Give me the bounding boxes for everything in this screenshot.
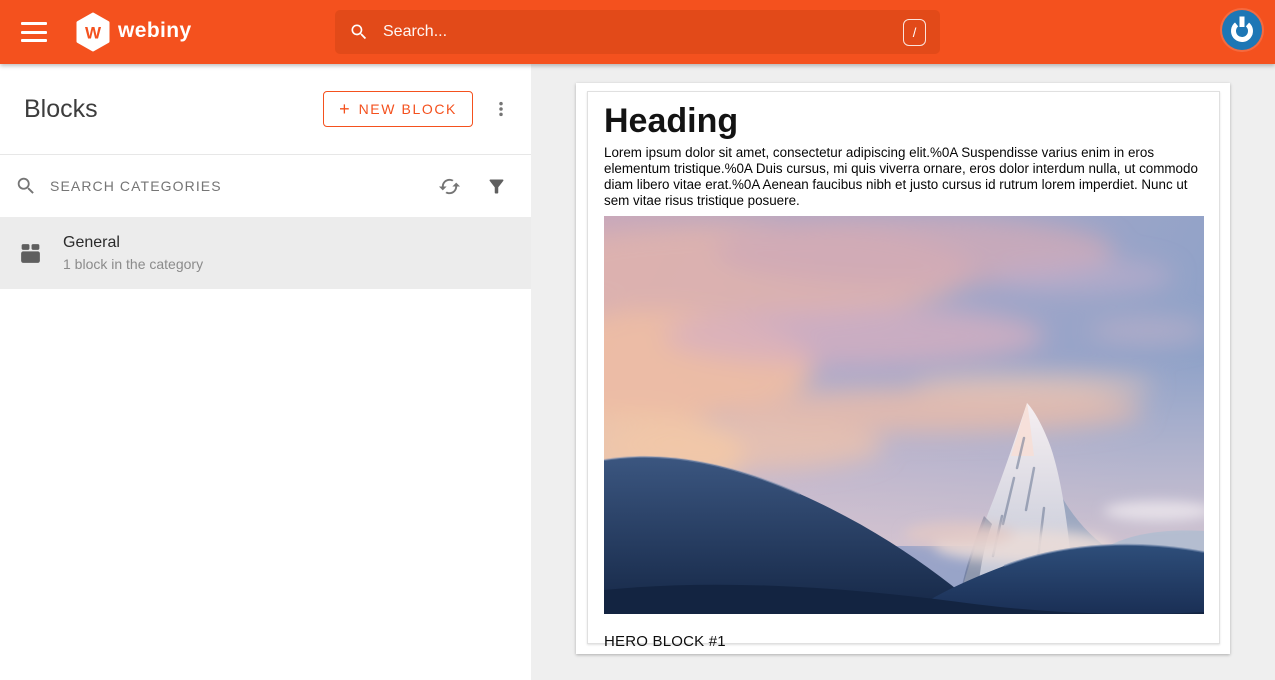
global-search-input[interactable] [383, 23, 903, 41]
category-search-bar [0, 155, 531, 218]
blocks-content-area: Heading Lorem ipsum dolor sit amet, cons… [531, 64, 1275, 680]
app-header: W webiny / [0, 0, 1275, 64]
plus-icon: + [339, 102, 350, 116]
block-category-icon [18, 241, 43, 266]
search-icon [15, 175, 37, 197]
blocks-list-container: Heading Lorem ipsum dolor sit amet, cons… [576, 83, 1230, 654]
new-block-button-label: NEW BLOCK [359, 101, 457, 117]
user-avatar[interactable] [1222, 10, 1262, 50]
category-name: General [63, 234, 203, 252]
webiny-hexagon-icon: W [75, 12, 111, 52]
gravatar-power-icon [1222, 10, 1262, 50]
search-icon [349, 22, 369, 42]
category-count: 1 block in the category [63, 256, 203, 272]
sidebar-header: Blocks + NEW BLOCK [0, 64, 531, 155]
filter-funnel-icon[interactable] [486, 176, 507, 197]
svg-text:W: W [85, 24, 102, 43]
block-name-label: HERO BLOCK #1 [604, 633, 1203, 650]
global-search-bar: / [335, 10, 940, 54]
webiny-blocks-page: W webiny / Blocks + NEW BLOCK [0, 0, 1275, 680]
page-title: Blocks [24, 95, 323, 124]
block-preview-paragraph: Lorem ipsum dolor sit amet, consectetur … [604, 145, 1203, 209]
hamburger-menu-icon[interactable] [21, 22, 47, 42]
more-vertical-icon[interactable] [487, 93, 515, 125]
brand-wordmark: webiny [118, 19, 192, 43]
block-card-hero-block-1[interactable]: Heading Lorem ipsum dolor sit amet, cons… [587, 91, 1220, 644]
webiny-logo[interactable]: W webiny [75, 12, 192, 52]
block-preview-heading: Heading [604, 103, 1203, 140]
block-preview-image [604, 216, 1204, 614]
slash-key-badge: / [903, 19, 926, 46]
category-list: General 1 block in the category [0, 218, 531, 289]
category-search-input[interactable] [50, 178, 438, 194]
refresh-icon[interactable] [438, 175, 461, 198]
category-search-actions [438, 175, 507, 198]
blocks-sidebar: Blocks + NEW BLOCK [0, 64, 531, 680]
new-block-button[interactable]: + NEW BLOCK [323, 91, 473, 127]
category-list-item-general[interactable]: General 1 block in the category [0, 218, 531, 289]
